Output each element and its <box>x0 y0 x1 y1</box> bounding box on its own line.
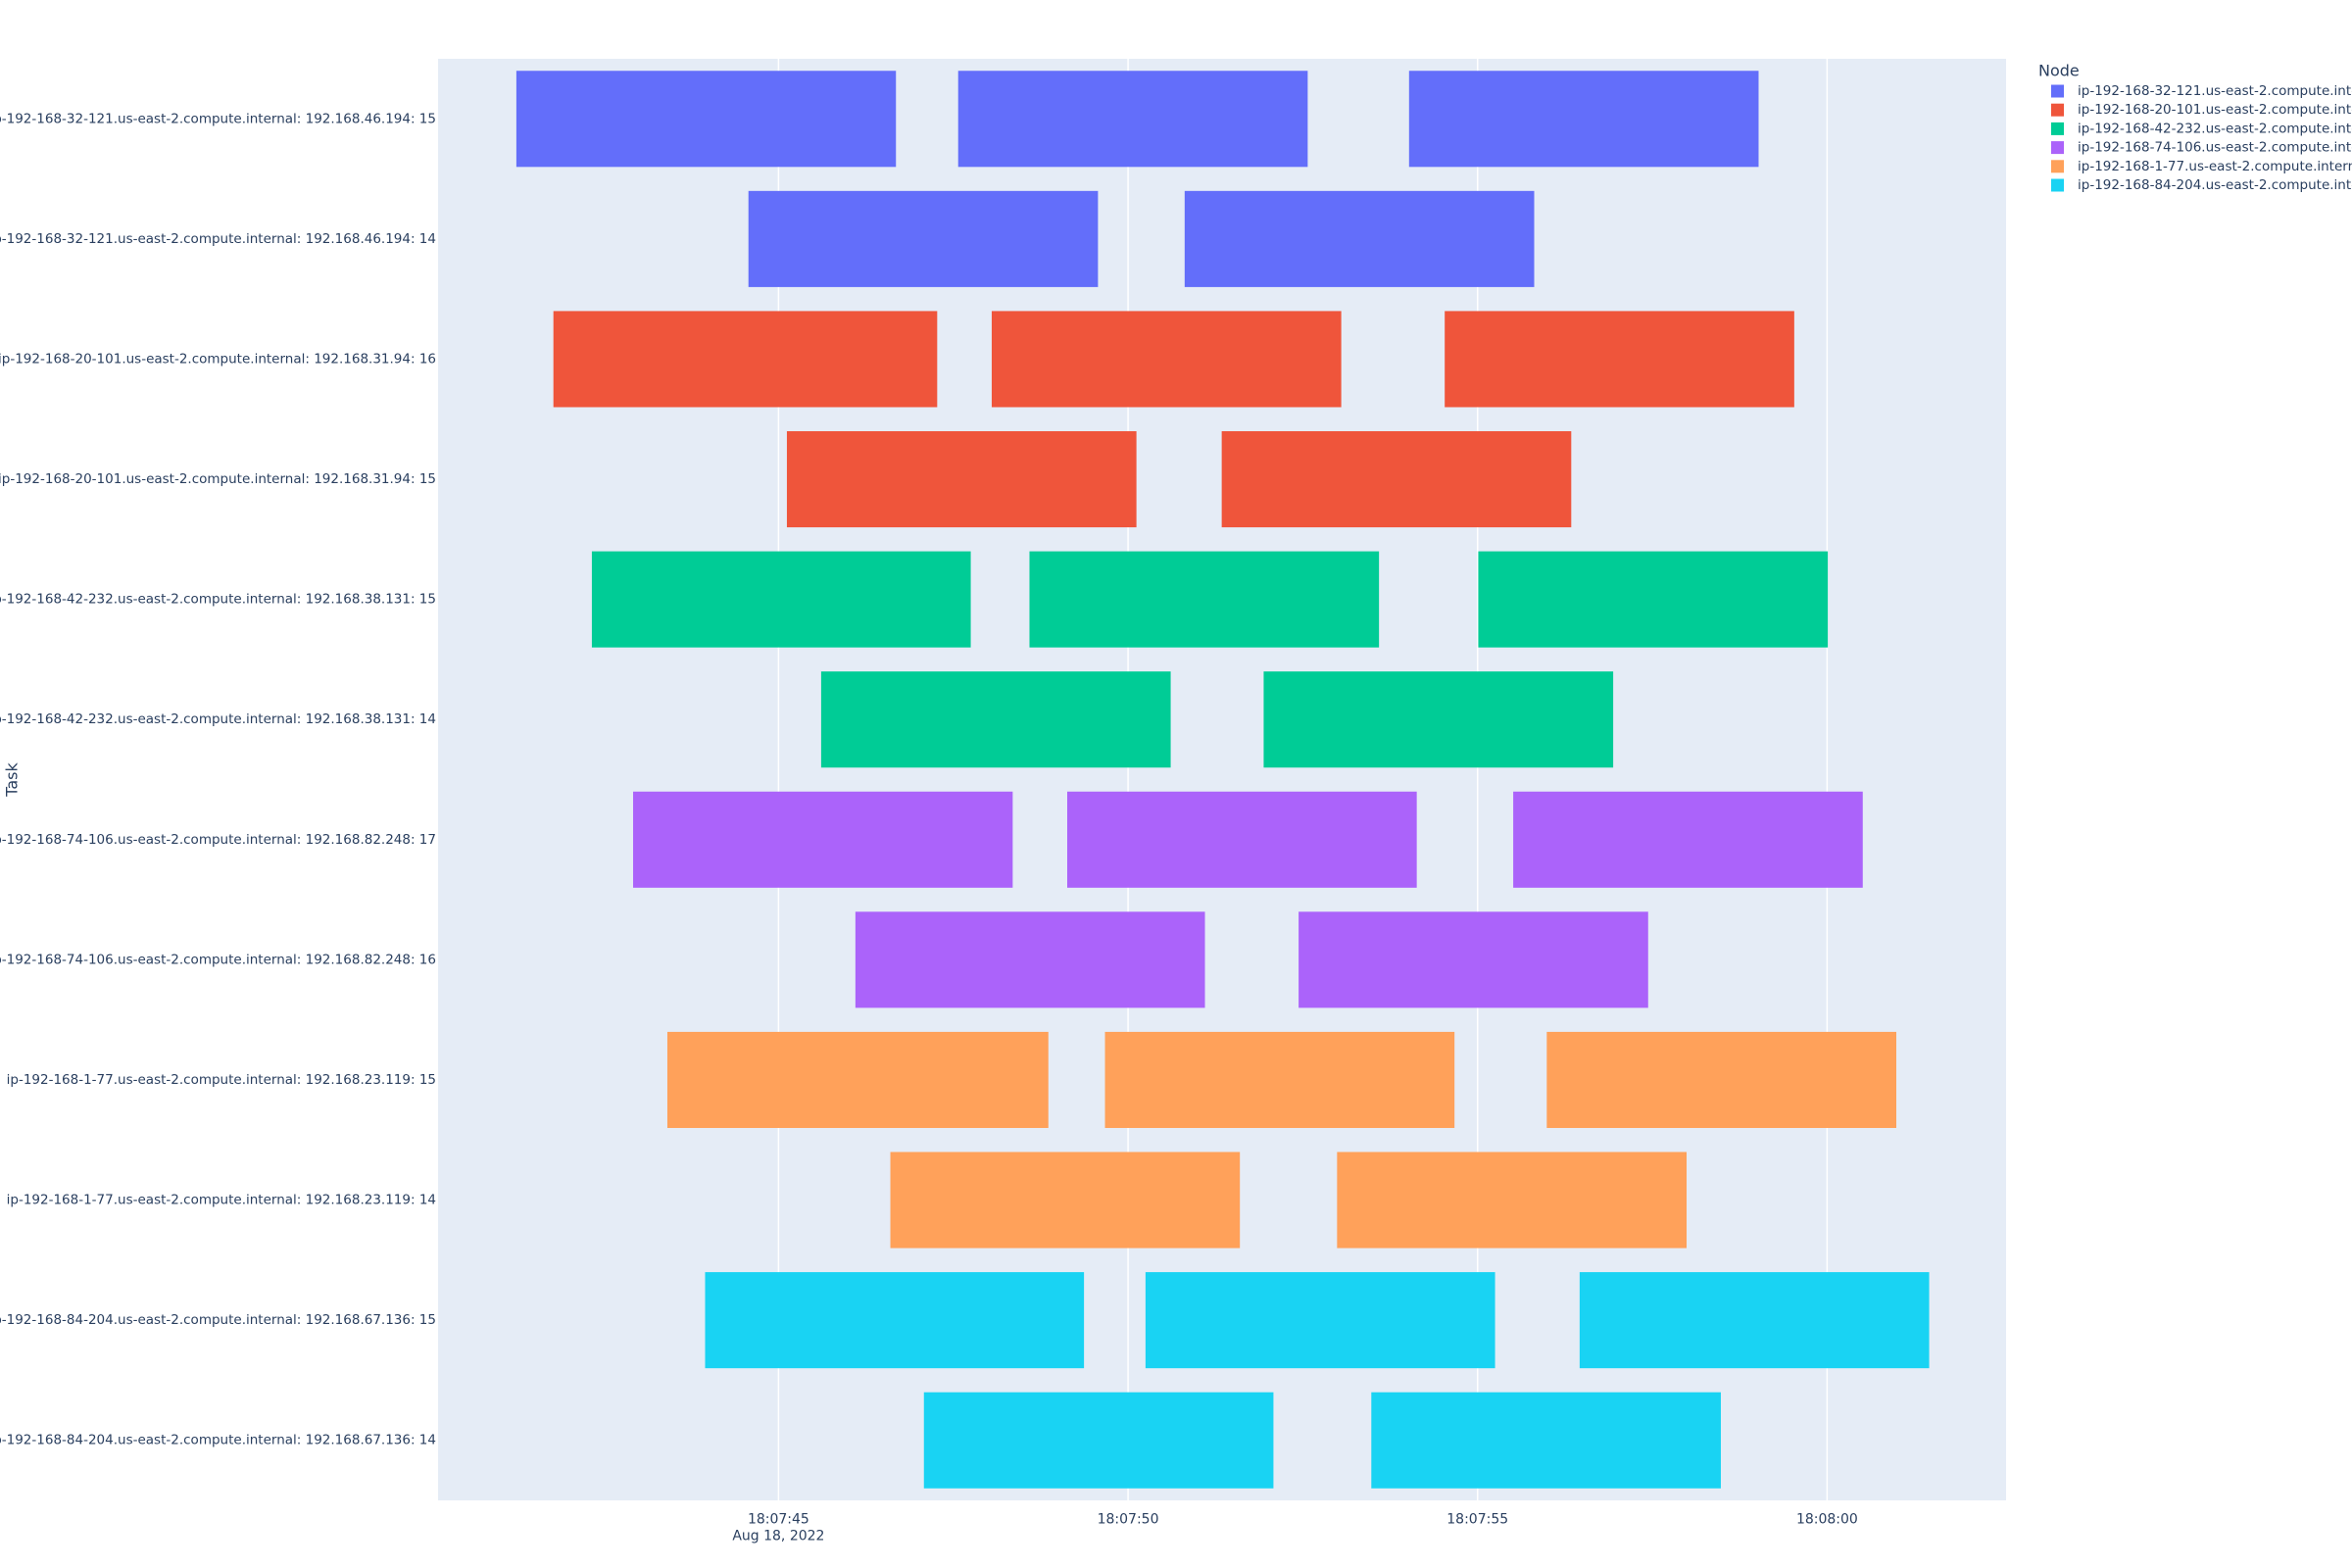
task-bar[interactable] <box>591 551 971 648</box>
y-tick-label: ip-192-168-1-77.us-east-2.compute.intern… <box>7 1072 436 1088</box>
task-bar[interactable] <box>890 1152 1241 1249</box>
y-tick-label: ip-192-168-74-106.us-east-2.compute.inte… <box>0 952 436 967</box>
gantt-chart: ip-192-168-32-121.us-east-2.compute.inte… <box>0 59 2352 1544</box>
x-tick-label: 18:08:00 <box>1796 1512 1858 1528</box>
y-tick-label: ip-192-168-84-204.us-east-2.compute.inte… <box>0 1312 436 1328</box>
task-bar[interactable] <box>855 911 1205 1008</box>
y-axis-title: Task <box>3 762 22 798</box>
legend-swatch[interactable] <box>2051 141 2064 155</box>
task-bar[interactable] <box>786 431 1137 528</box>
y-tick-labels: ip-192-168-32-121.us-east-2.compute.inte… <box>0 111 436 1447</box>
task-bar[interactable] <box>1513 791 1863 888</box>
x-tick-label: 18:07:50 <box>1098 1512 1159 1528</box>
y-tick-label: ip-192-168-84-204.us-east-2.compute.inte… <box>0 1433 436 1448</box>
y-tick-label: ip-192-168-42-232.us-east-2.compute.inte… <box>0 711 436 727</box>
x-tick-label: 18:07:45 <box>748 1512 809 1528</box>
task-bar[interactable] <box>957 71 1308 168</box>
legend-swatch[interactable] <box>2051 178 2064 192</box>
legend[interactable]: Node ip-192-168-32-121.us-east-2.compute… <box>2038 62 2352 194</box>
task-bar[interactable] <box>1445 311 1794 408</box>
task-bar[interactable] <box>1104 1031 1455 1128</box>
task-bar[interactable] <box>1066 791 1417 888</box>
legend-title: Node <box>2038 62 2080 80</box>
y-tick-label: ip-192-168-20-101.us-east-2.compute.inte… <box>0 471 436 487</box>
task-bar[interactable] <box>1371 1392 1721 1489</box>
legend-entry-label[interactable]: ip-192-168-1-77.us-east-2.compute.intern… <box>2078 159 2352 174</box>
task-bar[interactable] <box>1263 671 1614 768</box>
y-tick-label: ip-192-168-74-106.us-east-2.compute.inte… <box>0 832 436 848</box>
task-bar[interactable] <box>991 311 1342 408</box>
legend-entry-label[interactable]: ip-192-168-42-232.us-east-2.compute.inte… <box>2078 121 2352 136</box>
legend-swatch[interactable] <box>2051 84 2064 98</box>
task-bar[interactable] <box>1145 1272 1495 1369</box>
x-tick-label: 18:07:55 <box>1446 1512 1508 1528</box>
legend-entry-label[interactable]: ip-192-168-32-121.us-east-2.compute.inte… <box>2078 83 2352 99</box>
task-bar[interactable] <box>1184 190 1535 287</box>
legend-swatch[interactable] <box>2051 160 2064 173</box>
task-bar[interactable] <box>820 671 1171 768</box>
task-bar[interactable] <box>748 190 1099 287</box>
y-tick-label: ip-192-168-1-77.us-east-2.compute.intern… <box>7 1193 436 1208</box>
y-tick-label: ip-192-168-42-232.us-east-2.compute.inte… <box>0 592 436 608</box>
x-tick-labels: 18:07:45 18:07:50 18:07:55 18:08:00 <box>748 1512 1858 1528</box>
task-bar[interactable] <box>1029 551 1380 648</box>
task-bar[interactable] <box>515 71 897 168</box>
task-bar[interactable] <box>1221 431 1572 528</box>
legend-entry-label[interactable]: ip-192-168-20-101.us-east-2.compute.inte… <box>2078 102 2352 118</box>
y-tick-label: ip-192-168-32-121.us-east-2.compute.inte… <box>0 231 436 247</box>
legend-entry-label[interactable]: ip-192-168-74-106.us-east-2.compute.inte… <box>2078 140 2352 156</box>
task-bar[interactable] <box>923 1392 1274 1489</box>
legend-swatch[interactable] <box>2051 103 2064 117</box>
legend-entry-label[interactable]: ip-192-168-84-204.us-east-2.compute.inte… <box>2078 177 2352 193</box>
task-bar[interactable] <box>1298 911 1648 1008</box>
task-bar[interactable] <box>1408 71 1759 168</box>
task-bar[interactable] <box>1546 1031 1897 1128</box>
x-date-label: Aug 18, 2022 <box>732 1529 824 1544</box>
y-tick-label: ip-192-168-32-121.us-east-2.compute.inte… <box>0 111 436 126</box>
task-bar[interactable] <box>633 791 1013 888</box>
task-bar[interactable] <box>705 1272 1085 1369</box>
y-tick-label: ip-192-168-20-101.us-east-2.compute.inte… <box>0 351 436 367</box>
task-bar[interactable] <box>1478 551 1829 648</box>
task-bar[interactable] <box>553 311 938 408</box>
task-bar[interactable] <box>1579 1272 1930 1369</box>
legend-swatch[interactable] <box>2051 122 2064 135</box>
task-bar[interactable] <box>1337 1152 1688 1249</box>
task-bar[interactable] <box>666 1031 1049 1128</box>
